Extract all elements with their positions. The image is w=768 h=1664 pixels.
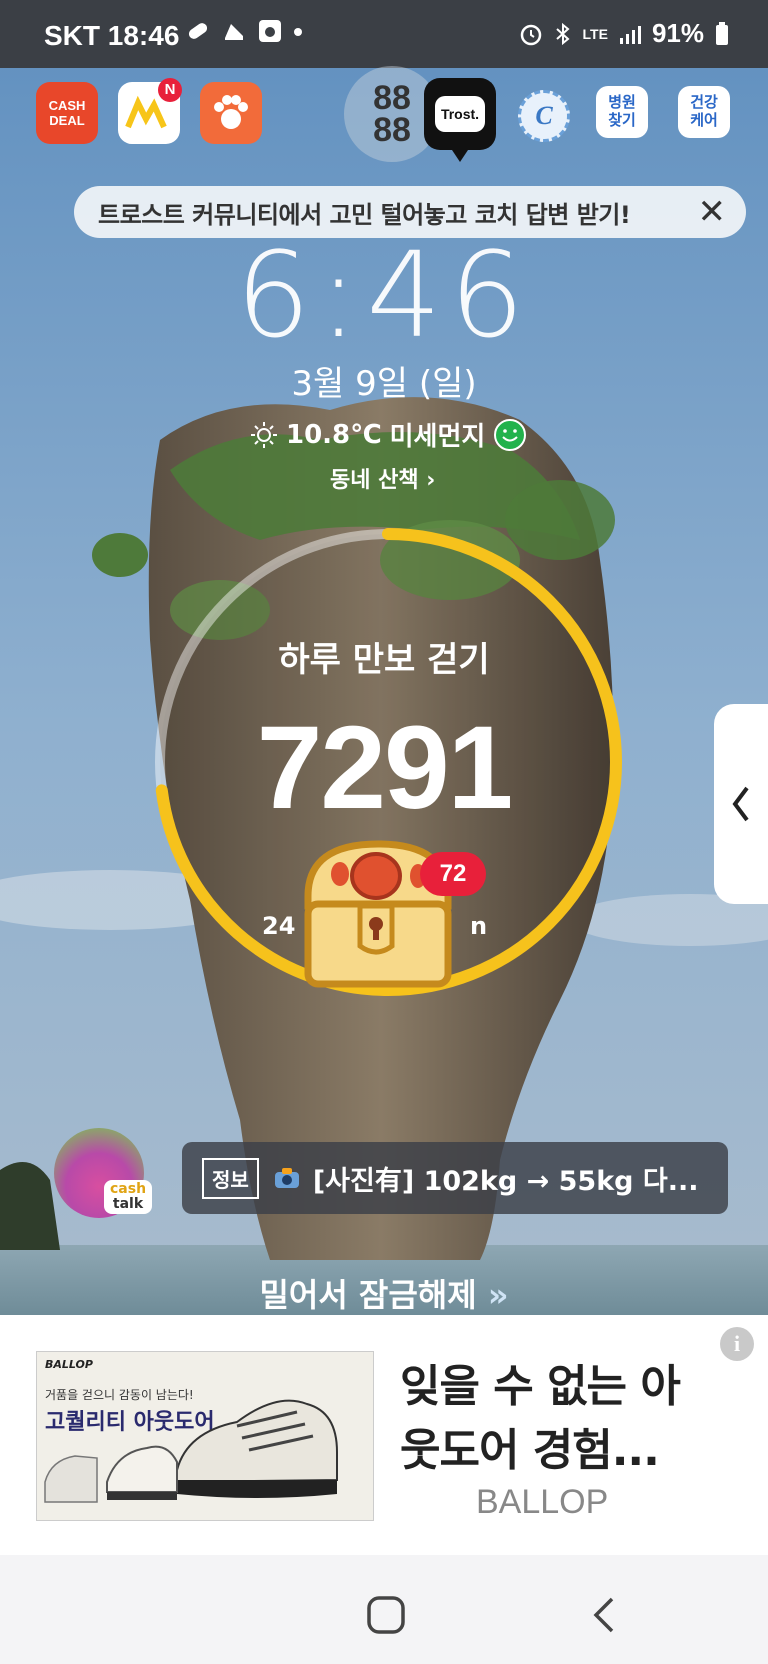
back-icon[interactable] xyxy=(590,1595,620,1635)
ad-image[interactable]: BALLOP 거품을 걷으니 감동이 남는다! 고퀄리티 아웃도어 xyxy=(36,1351,374,1521)
health-label-1: 건강 xyxy=(690,94,718,111)
temperature-label: 10.8℃ xyxy=(286,419,382,450)
slide-to-unlock[interactable]: 밀어서 잠금해제 » xyxy=(0,1270,768,1316)
coin-glyph: C xyxy=(535,101,553,130)
cashwalk-app-icon[interactable] xyxy=(200,82,262,144)
walk-link-label: 동네 산책 xyxy=(330,468,419,493)
battery-percent: 91% xyxy=(651,18,704,48)
step-count: 7291 xyxy=(256,702,514,834)
cash-deal-app-icon[interactable]: CASH DEAL xyxy=(36,82,98,144)
cash-deal-label-1: CASH xyxy=(48,98,86,113)
health-label-2: 케어 xyxy=(690,112,718,129)
unlock-label: 밀어서 잠금해제 xyxy=(259,1276,477,1314)
dust-label: 미세먼지 xyxy=(389,422,486,452)
daily-steps-title: 하루 만보 걷기 xyxy=(278,640,490,680)
navigation-bar xyxy=(0,1555,768,1664)
battery-icon xyxy=(716,21,728,45)
trost-app-icon[interactable]: Trost. xyxy=(424,78,496,162)
ad-title[interactable]: 잊을 수 없는 아웃도어 경험... xyxy=(400,1355,710,1483)
ad-info-icon[interactable]: i xyxy=(720,1327,754,1361)
clock-label: 18:46 xyxy=(107,20,180,51)
notification-badge: N xyxy=(158,78,182,102)
cashtalk-badge: cash talk xyxy=(104,1180,153,1214)
status-bar: SKT 18:46 LTE 91% xyxy=(0,0,768,68)
cashtalk-button[interactable]: cash talk xyxy=(54,1128,153,1224)
carrier-label: SKT xyxy=(44,20,100,51)
news-tag: 정보 xyxy=(202,1157,259,1199)
timer-digits: 88 88 xyxy=(373,79,411,149)
lockscreen-date: 3월 9일 (일) xyxy=(291,364,477,404)
chevron-right-icon: › xyxy=(426,468,436,493)
hospital-finder-app-icon[interactable]: 병원 찾기 xyxy=(596,86,648,138)
pill-icon xyxy=(188,23,208,39)
trost-pointer xyxy=(452,150,468,162)
news-ticker[interactable]: 정보 [사진有] 102kg → 55kg 다... xyxy=(182,1142,728,1214)
hospital-label-1: 병원 xyxy=(608,94,636,111)
shoe-product-image xyxy=(44,1399,338,1503)
health-care-app-icon[interactable]: 건강 케어 xyxy=(678,86,730,138)
cashtalk-line-2: talk xyxy=(112,1196,144,1212)
good-air-smiley-icon xyxy=(494,418,527,451)
camera-icon xyxy=(274,1168,299,1188)
chest-badge: 72 xyxy=(420,852,486,896)
notification-icons xyxy=(185,18,303,44)
weather-widget[interactable]: 10.8℃ 미세먼지 xyxy=(250,416,527,453)
cashtalk-line-1: cash xyxy=(110,1181,147,1197)
shoe-icon xyxy=(225,24,243,40)
n-app-icon[interactable]: N xyxy=(118,78,182,144)
dot-icon xyxy=(294,28,302,36)
ad-banner[interactable]: BALLOP 거품을 걷으니 감동이 남는다! 고퀄리티 아웃도어 잊을 수 없… xyxy=(0,1315,768,1555)
chevron-left-icon xyxy=(732,786,749,822)
sun-icon xyxy=(251,421,277,448)
ad-brand[interactable]: BALLOP xyxy=(476,1483,608,1522)
home-icon[interactable] xyxy=(366,1595,406,1635)
trost-label: Trost. xyxy=(434,96,486,132)
hospital-label-2: 찾기 xyxy=(608,112,636,129)
news-headline: [사진有] 102kg → 55kg 다... xyxy=(312,1165,699,1197)
paw-icon xyxy=(214,95,248,129)
network-type-label: LTE xyxy=(582,25,608,42)
bluetooth-icon xyxy=(555,22,570,45)
side-panel-handle[interactable] xyxy=(714,704,768,904)
lockscreen-clock: 6:46 xyxy=(235,226,533,364)
alarm-icon xyxy=(520,24,541,45)
neighborhood-walk-link[interactable]: 동네 산책 › xyxy=(330,462,435,494)
coin-app-icon[interactable]: C xyxy=(518,90,570,142)
signal-icon xyxy=(619,25,641,44)
cash-deal-label-2: DEAL xyxy=(49,113,85,128)
camera-app-icon xyxy=(259,20,281,42)
banner-text: 트로스트 커뮤니티에서 고민 털어놓고 코치 답변 받기! xyxy=(98,200,631,229)
treasure-chest-button[interactable]: 72 xyxy=(288,826,486,1006)
double-chevron-right-icon: » xyxy=(487,1276,509,1314)
